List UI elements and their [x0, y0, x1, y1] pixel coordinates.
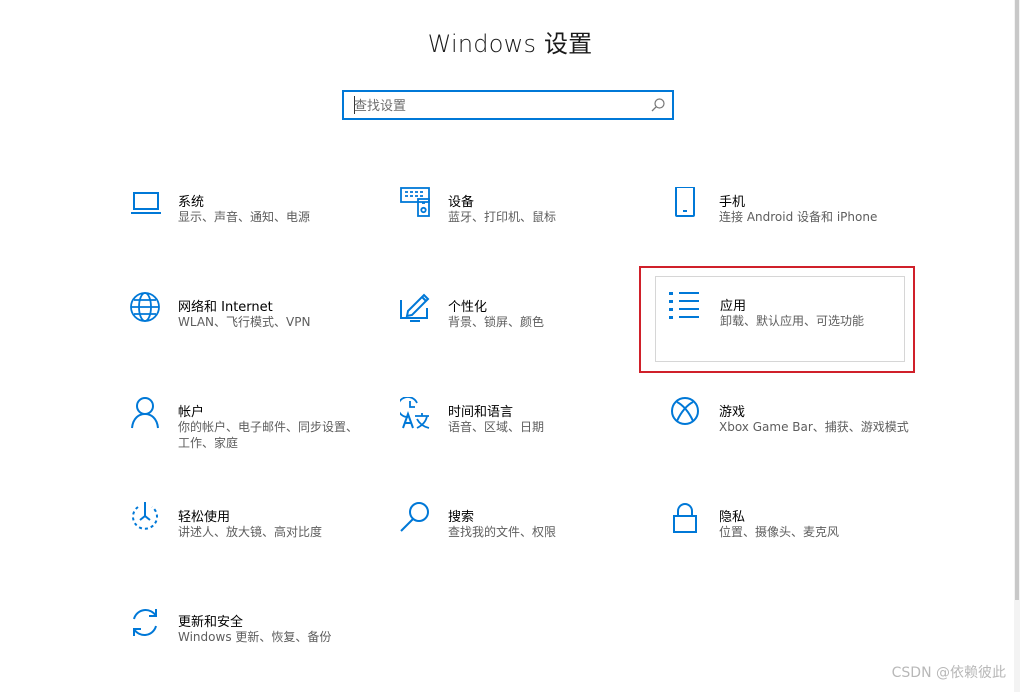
- tile-description: 卸载、默认应用、可选功能: [720, 314, 865, 328]
- tile-system[interactable]: 系统 显示、声音、通知、电源: [130, 187, 380, 267]
- ease-of-access-icon: [130, 502, 164, 536]
- tile-description: 你的帐户、电子邮件、同步设置、工作、家庭: [178, 420, 359, 450]
- tile-title: 时间和语言: [448, 405, 514, 420]
- search-input[interactable]: [352, 96, 646, 116]
- tile-apps[interactable]: 应用 卸载、默认应用、可选功能: [655, 276, 905, 362]
- tile-title: 隐私: [719, 510, 746, 525]
- vertical-scrollbar[interactable]: [1014, 0, 1020, 692]
- tile-title: 应用: [720, 299, 747, 314]
- tile-title: 更新和安全: [178, 615, 244, 630]
- tile-title: 网络和 Internet: [178, 300, 273, 315]
- tile-title: 个性化: [448, 300, 488, 315]
- sync-icon: [130, 607, 164, 641]
- xbox-icon: [671, 397, 705, 431]
- tile-gaming[interactable]: 游戏 Xbox Game Bar、捕获、游戏模式: [671, 397, 921, 477]
- devices-icon: [400, 187, 434, 221]
- search-box[interactable]: [342, 90, 674, 120]
- tile-personalization[interactable]: 个性化 背景、锁屏、颜色: [400, 292, 650, 372]
- tile-description: 背景、锁屏、颜色: [448, 315, 545, 329]
- page-title: Windows 设置: [427, 30, 593, 58]
- tile-accounts[interactable]: 帐户 你的帐户、电子邮件、同步设置、工作、家庭: [130, 397, 380, 477]
- tile-description: 语音、区域、日期: [448, 420, 545, 434]
- tile-update-security[interactable]: 更新和安全 Windows 更新、恢复、备份: [130, 607, 380, 687]
- tile-title: 系统: [178, 195, 205, 210]
- lock-icon: [671, 502, 705, 536]
- tile-title: 设备: [448, 195, 475, 210]
- tile-title: 手机: [719, 195, 746, 210]
- tile-title: 帐户: [178, 405, 205, 420]
- tile-description: 连接 Android 设备和 iPhone: [719, 210, 878, 224]
- tile-description: 显示、声音、通知、电源: [178, 210, 311, 224]
- personalization-icon: [400, 292, 434, 326]
- person-icon: [130, 397, 164, 431]
- tile-description: Windows 更新、恢复、备份: [178, 630, 332, 644]
- magnifier-icon[interactable]: [650, 97, 666, 113]
- tile-title: 搜索: [448, 510, 475, 525]
- tile-description: Xbox Game Bar、捕获、游戏模式: [719, 420, 909, 434]
- tile-description: 讲述人、放大镜、高对比度: [178, 525, 323, 539]
- tile-description: 位置、摄像头、麦克风: [719, 525, 840, 539]
- tile-devices[interactable]: 设备 蓝牙、打印机、鼠标: [400, 187, 650, 267]
- tile-title: 游戏: [719, 405, 746, 420]
- tile-description: 查找我的文件、权限: [448, 525, 557, 539]
- time-language-icon: [400, 397, 434, 431]
- tile-privacy[interactable]: 隐私 位置、摄像头、麦克风: [671, 502, 921, 582]
- tile-network[interactable]: 网络和 Internet WLAN、飞行模式、VPN: [130, 292, 380, 372]
- globe-icon: [130, 292, 164, 326]
- tile-time-language[interactable]: 时间和语言 语音、区域、日期: [400, 397, 650, 477]
- tile-ease-of-access[interactable]: 轻松使用 讲述人、放大镜、高对比度: [130, 502, 380, 582]
- phone-icon: [671, 187, 705, 221]
- watermark: CSDN @依赖彼此: [891, 665, 1006, 681]
- scrollbar-thumb[interactable]: [1015, 0, 1019, 600]
- tile-title: 轻松使用: [178, 510, 231, 525]
- tile-description: 蓝牙、打印机、鼠标: [448, 210, 557, 224]
- search-icon: [400, 502, 434, 536]
- tile-search[interactable]: 搜索 查找我的文件、权限: [400, 502, 650, 582]
- tile-phone[interactable]: 手机 连接 Android 设备和 iPhone: [671, 187, 921, 267]
- tile-description: WLAN、飞行模式、VPN: [178, 315, 311, 329]
- laptop-icon: [130, 187, 164, 221]
- apps-list-icon: [669, 292, 703, 326]
